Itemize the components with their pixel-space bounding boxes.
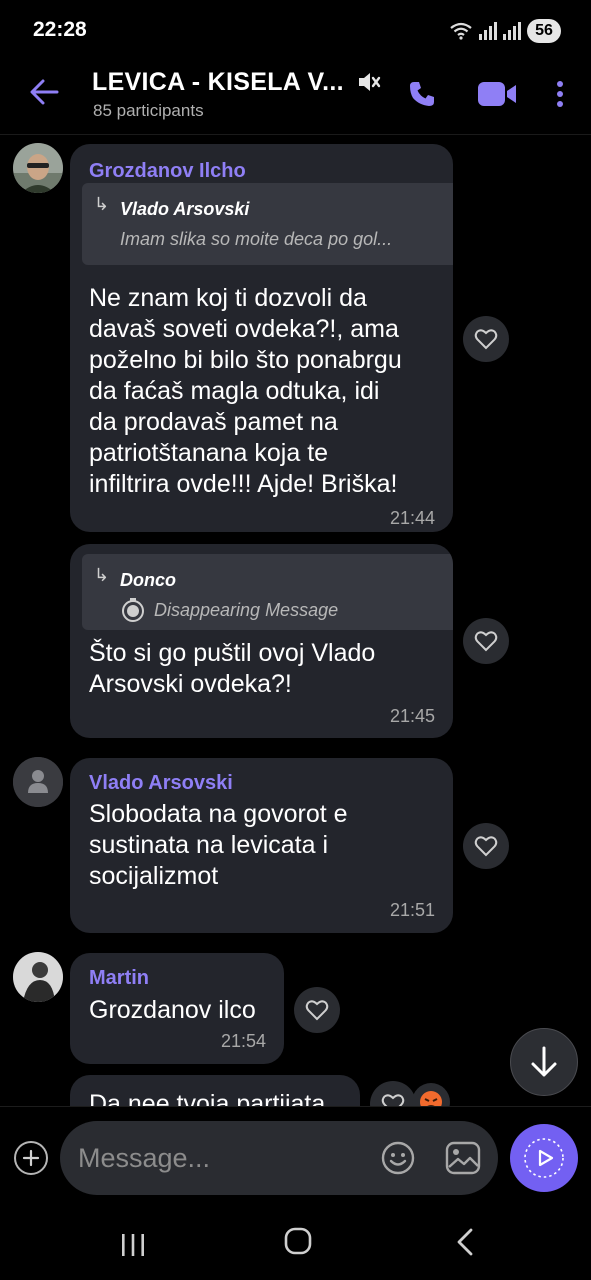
- heart-icon: [305, 1000, 329, 1021]
- message-bubble[interactable]: Da nee tvoja partijata: [70, 1075, 360, 1106]
- message-time: 21:44: [389, 508, 435, 528]
- timer-icon: [122, 598, 144, 622]
- message-text: Grozdanov ilco: [89, 996, 256, 1024]
- message-bubble[interactable]: Grozdanov Ilcho ↳ Vlado Arsovski Imam sl…: [70, 144, 453, 532]
- like-button[interactable]: [463, 823, 509, 869]
- like-button[interactable]: [463, 618, 509, 664]
- message-bubble[interactable]: Martin Grozdanov ilco 21:54: [70, 953, 284, 1064]
- more-icon: [557, 81, 563, 107]
- plus-icon: [22, 1149, 40, 1167]
- mute-icon: [359, 73, 381, 91]
- message-text: Da nee tvoja partijata: [89, 1090, 326, 1106]
- system-navigation-bar: [0, 1206, 591, 1280]
- scroll-down-button[interactable]: [510, 1028, 578, 1096]
- emoji-icon[interactable]: [380, 1140, 416, 1176]
- like-button[interactable]: [370, 1081, 416, 1106]
- quoted-message[interactable]: ↳ Vlado Arsovski Imam slika so moite dec…: [82, 183, 453, 265]
- gallery-icon[interactable]: [444, 1140, 482, 1176]
- wifi-icon: [450, 22, 472, 40]
- sender-name[interactable]: Grozdanov Ilcho: [89, 160, 246, 183]
- avatar-photo: [13, 952, 63, 1002]
- heart-icon: [381, 1094, 405, 1106]
- attach-button[interactable]: [14, 1141, 48, 1175]
- like-button[interactable]: [294, 987, 340, 1033]
- avatar-vlado[interactable]: [13, 757, 63, 807]
- chat-title[interactable]: LEVICA - KISELA V...: [92, 68, 344, 97]
- back-arrow-icon: [30, 79, 59, 105]
- message-time: 21:54: [220, 1031, 266, 1051]
- reply-arrow-icon: ↳: [94, 565, 110, 585]
- chat-header: LEVICA - KISELA V... 85 participants: [0, 60, 591, 135]
- message-time: 21:51: [389, 900, 435, 920]
- phone-icon: [410, 82, 434, 106]
- angry-emoji-icon: [420, 1091, 442, 1106]
- battery-indicator: 56: [527, 19, 561, 43]
- reaction-badge[interactable]: [412, 1083, 450, 1106]
- send-icon: [524, 1138, 564, 1178]
- message-bubble[interactable]: ↳ Donco Disappearing Message Što si go p…: [70, 544, 453, 738]
- heart-icon: [474, 631, 498, 652]
- recents-icon[interactable]: [117, 1230, 149, 1260]
- back-button[interactable]: [24, 72, 64, 112]
- avatar-martin[interactable]: [13, 952, 63, 1002]
- arrow-down-icon: [531, 1046, 557, 1077]
- message-text: Ne znam koj ti dozvoli da davaš soveti o…: [89, 284, 402, 498]
- heart-icon: [474, 329, 498, 350]
- status-icons: 56: [449, 18, 561, 44]
- message-bubble[interactable]: Vlado Arsovski Slobodata na govorot e su…: [70, 758, 453, 933]
- signal-icon: [479, 22, 497, 40]
- quote-text: Imam slika so moite deca po gol...: [120, 229, 393, 249]
- message-composer: [0, 1106, 591, 1206]
- call-button[interactable]: [402, 74, 442, 114]
- reply-arrow-icon: ↳: [94, 194, 110, 214]
- status-time: 22:28: [33, 18, 87, 41]
- quoted-message[interactable]: ↳ Donco Disappearing Message: [82, 554, 453, 630]
- message-text: Slobodata na govorot e sustinata na levi…: [89, 800, 348, 890]
- more-options-button[interactable]: [548, 74, 572, 114]
- default-avatar-icon: [13, 757, 63, 807]
- home-icon[interactable]: [283, 1226, 313, 1256]
- like-button[interactable]: [463, 316, 509, 362]
- status-bar: 22:28 56: [0, 0, 591, 60]
- send-button[interactable]: [510, 1124, 578, 1192]
- message-input[interactable]: [78, 1121, 368, 1195]
- sender-name[interactable]: Martin: [89, 967, 149, 990]
- sender-name[interactable]: Vlado Arsovski: [89, 772, 233, 795]
- back-nav-icon[interactable]: [452, 1226, 478, 1258]
- message-list[interactable]: Grozdanov Ilcho ↳ Vlado Arsovski Imam sl…: [0, 136, 591, 1106]
- video-call-button[interactable]: [474, 74, 520, 114]
- avatar-photo: [13, 143, 63, 193]
- quote-author: Donco: [120, 570, 176, 590]
- heart-icon: [474, 836, 498, 857]
- video-icon: [478, 82, 516, 106]
- message-input-container: [60, 1121, 498, 1195]
- avatar-grozdanov[interactable]: [13, 143, 63, 193]
- signal-icon-2: [503, 22, 521, 40]
- message-time: 21:45: [389, 706, 435, 726]
- message-text: Što si go puštil ovoj Vlado Arsovski ovd…: [89, 639, 376, 698]
- participants-count[interactable]: 85 participants: [93, 101, 204, 121]
- quote-text: Disappearing Message: [154, 600, 339, 620]
- quote-author: Vlado Arsovski: [120, 199, 250, 219]
